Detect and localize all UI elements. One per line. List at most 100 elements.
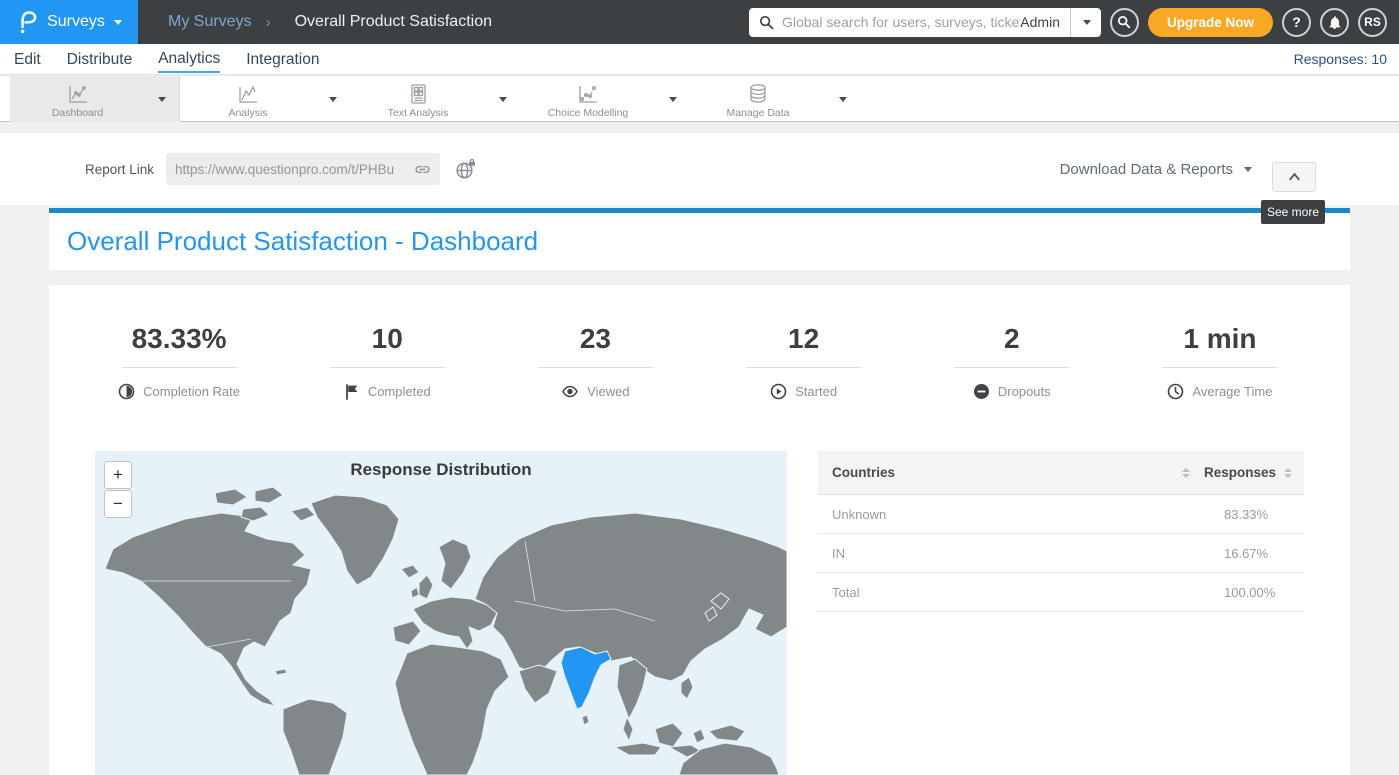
zoom-out-button[interactable]: − [104,490,132,518]
zigzag-chart-icon [236,83,260,105]
toolbar-item-text-analysis[interactable]: Text Analysis [350,76,520,122]
stat-value: 10 [372,323,403,355]
countries-table-header: Countries Responses [818,451,1304,495]
stat-value: 83.33% [132,323,227,355]
tab-edit[interactable]: Edit [14,47,41,72]
map-title: Response Distribution [95,460,787,480]
search-scope-divider [1070,8,1071,37]
breadcrumb-separator: › [266,14,271,31]
bell-icon [1327,15,1342,30]
breadcrumb-my-surveys[interactable]: My Surveys [168,13,252,31]
scatter-chart-icon [576,83,600,105]
stat-label: Completion Rate [143,384,240,399]
toolbar-label: Analysis [228,107,267,119]
see-more-tooltip: See more [1261,200,1325,224]
stat-label: Completed [368,384,431,399]
download-data-reports-label: Download Data & Reports [1060,161,1233,178]
globe-lock-icon [455,159,476,180]
topbar-actions: Admin Upgrade Now ? RS [749,8,1399,37]
table-row: Total 100.00% [818,573,1304,612]
tab-integration[interactable]: Integration [246,47,319,72]
countries-table: Countries Responses Unknown 83.33% IN 16… [818,451,1304,612]
sort-countries-icon[interactable] [1182,468,1190,478]
search-scope-dropdown[interactable] [1083,20,1091,25]
toolbar-label: Text Analysis [388,107,449,119]
stat-label: Started [795,384,837,399]
stat-average-time: 1 min Average Time [1116,323,1324,400]
stat-label: Viewed [587,384,629,399]
analytics-toolbar: Dashboard Analysis Text Analysis [0,75,1399,122]
stat-value: 12 [788,323,819,355]
report-link-bar: Report Link https://www.questionpro.com/… [0,133,1399,205]
toolbar-label: Manage Data [726,107,789,119]
responses-cell: 83.33% [1224,507,1268,522]
global-search-input[interactable] [782,14,1020,30]
stat-label: Average Time [1192,384,1272,399]
country-cell: Unknown [818,507,886,522]
search-button[interactable] [1110,8,1139,37]
chevron-down-icon[interactable] [158,97,166,102]
stat-value: 2 [1004,323,1020,355]
stat-dropouts: 2 Dropouts [908,323,1116,400]
sort-responses-icon[interactable] [1284,468,1292,478]
stat-started: 12 Started [700,323,908,400]
download-data-reports-menu[interactable]: Download Data & Reports [1060,133,1252,205]
page-title: Overall Product Satisfaction - Dashboard [49,213,1350,270]
breadcrumb: My Surveys › Overall Product Satisfactio… [168,13,492,31]
upgrade-now-button[interactable]: Upgrade Now [1148,8,1273,37]
database-icon [746,83,770,105]
responses-count: Responses: 10 [1294,51,1387,67]
chevron-down-icon[interactable] [839,97,847,102]
country-cell: IN [818,546,845,561]
chevron-down-icon [1244,167,1252,172]
document-grid-icon [406,83,430,105]
tab-distribute[interactable]: Distribute [67,47,132,72]
chevron-down-icon [114,20,122,25]
flag-icon [344,383,360,400]
see-more-toggle-button[interactable] [1272,162,1316,192]
clock-icon [1167,383,1184,400]
toolbar-item-manage-data[interactable]: Manage Data [690,76,860,122]
stat-completion-rate: 83.33% Completion Rate [75,323,283,400]
report-url-field[interactable]: https://www.questionpro.com/t/PHBu [166,153,440,185]
gauge-icon [118,383,135,400]
tab-analytics[interactable]: Analytics [158,46,220,73]
chevron-down-icon[interactable] [669,97,677,102]
surveys-app-menu[interactable]: Surveys [0,0,138,44]
global-search-box[interactable]: Admin [749,8,1101,37]
stat-label: Dropouts [998,384,1051,399]
world-map[interactable] [95,451,787,775]
toolbar-item-analysis[interactable]: Analysis [180,76,350,122]
minus-circle-icon [973,383,990,400]
eye-icon [561,383,579,400]
avatar[interactable]: RS [1358,8,1387,37]
stat-completed: 10 Completed [283,323,491,400]
search-icon [759,15,774,30]
table-row: IN 16.67% [818,534,1304,573]
play-circle-icon [770,383,787,400]
chevron-up-icon [1287,171,1302,183]
report-url[interactable]: https://www.questionpro.com/t/PHBu [175,162,414,177]
chevron-down-icon[interactable] [329,97,337,102]
help-button[interactable]: ? [1282,8,1311,37]
response-distribution-map: Response Distribution + − [95,451,787,775]
breadcrumb-current: Overall Product Satisfaction [295,13,492,31]
zoom-in-button[interactable]: + [104,461,132,489]
chevron-down-icon[interactable] [499,97,507,102]
report-visibility-button[interactable] [455,159,476,185]
responses-cell: 100.00% [1224,585,1275,600]
notifications-button[interactable] [1320,8,1349,37]
column-countries[interactable]: Countries [832,465,895,480]
link-icon [414,161,431,178]
map-zoom-controls: + − [104,461,132,518]
stat-value: 1 min [1183,323,1256,355]
stat-viewed: 23 Viewed [491,323,699,400]
toolbar-item-dashboard[interactable]: Dashboard [10,76,180,122]
report-link-label: Report Link [85,133,154,205]
line-chart-icon [66,83,90,105]
app-menu-label: Surveys [47,13,105,31]
table-row: Unknown 83.33% [818,495,1304,534]
toolbar-item-choice-modelling[interactable]: Choice Modelling [520,76,690,122]
stat-value: 23 [580,323,611,355]
column-responses[interactable]: Responses [1204,465,1276,480]
